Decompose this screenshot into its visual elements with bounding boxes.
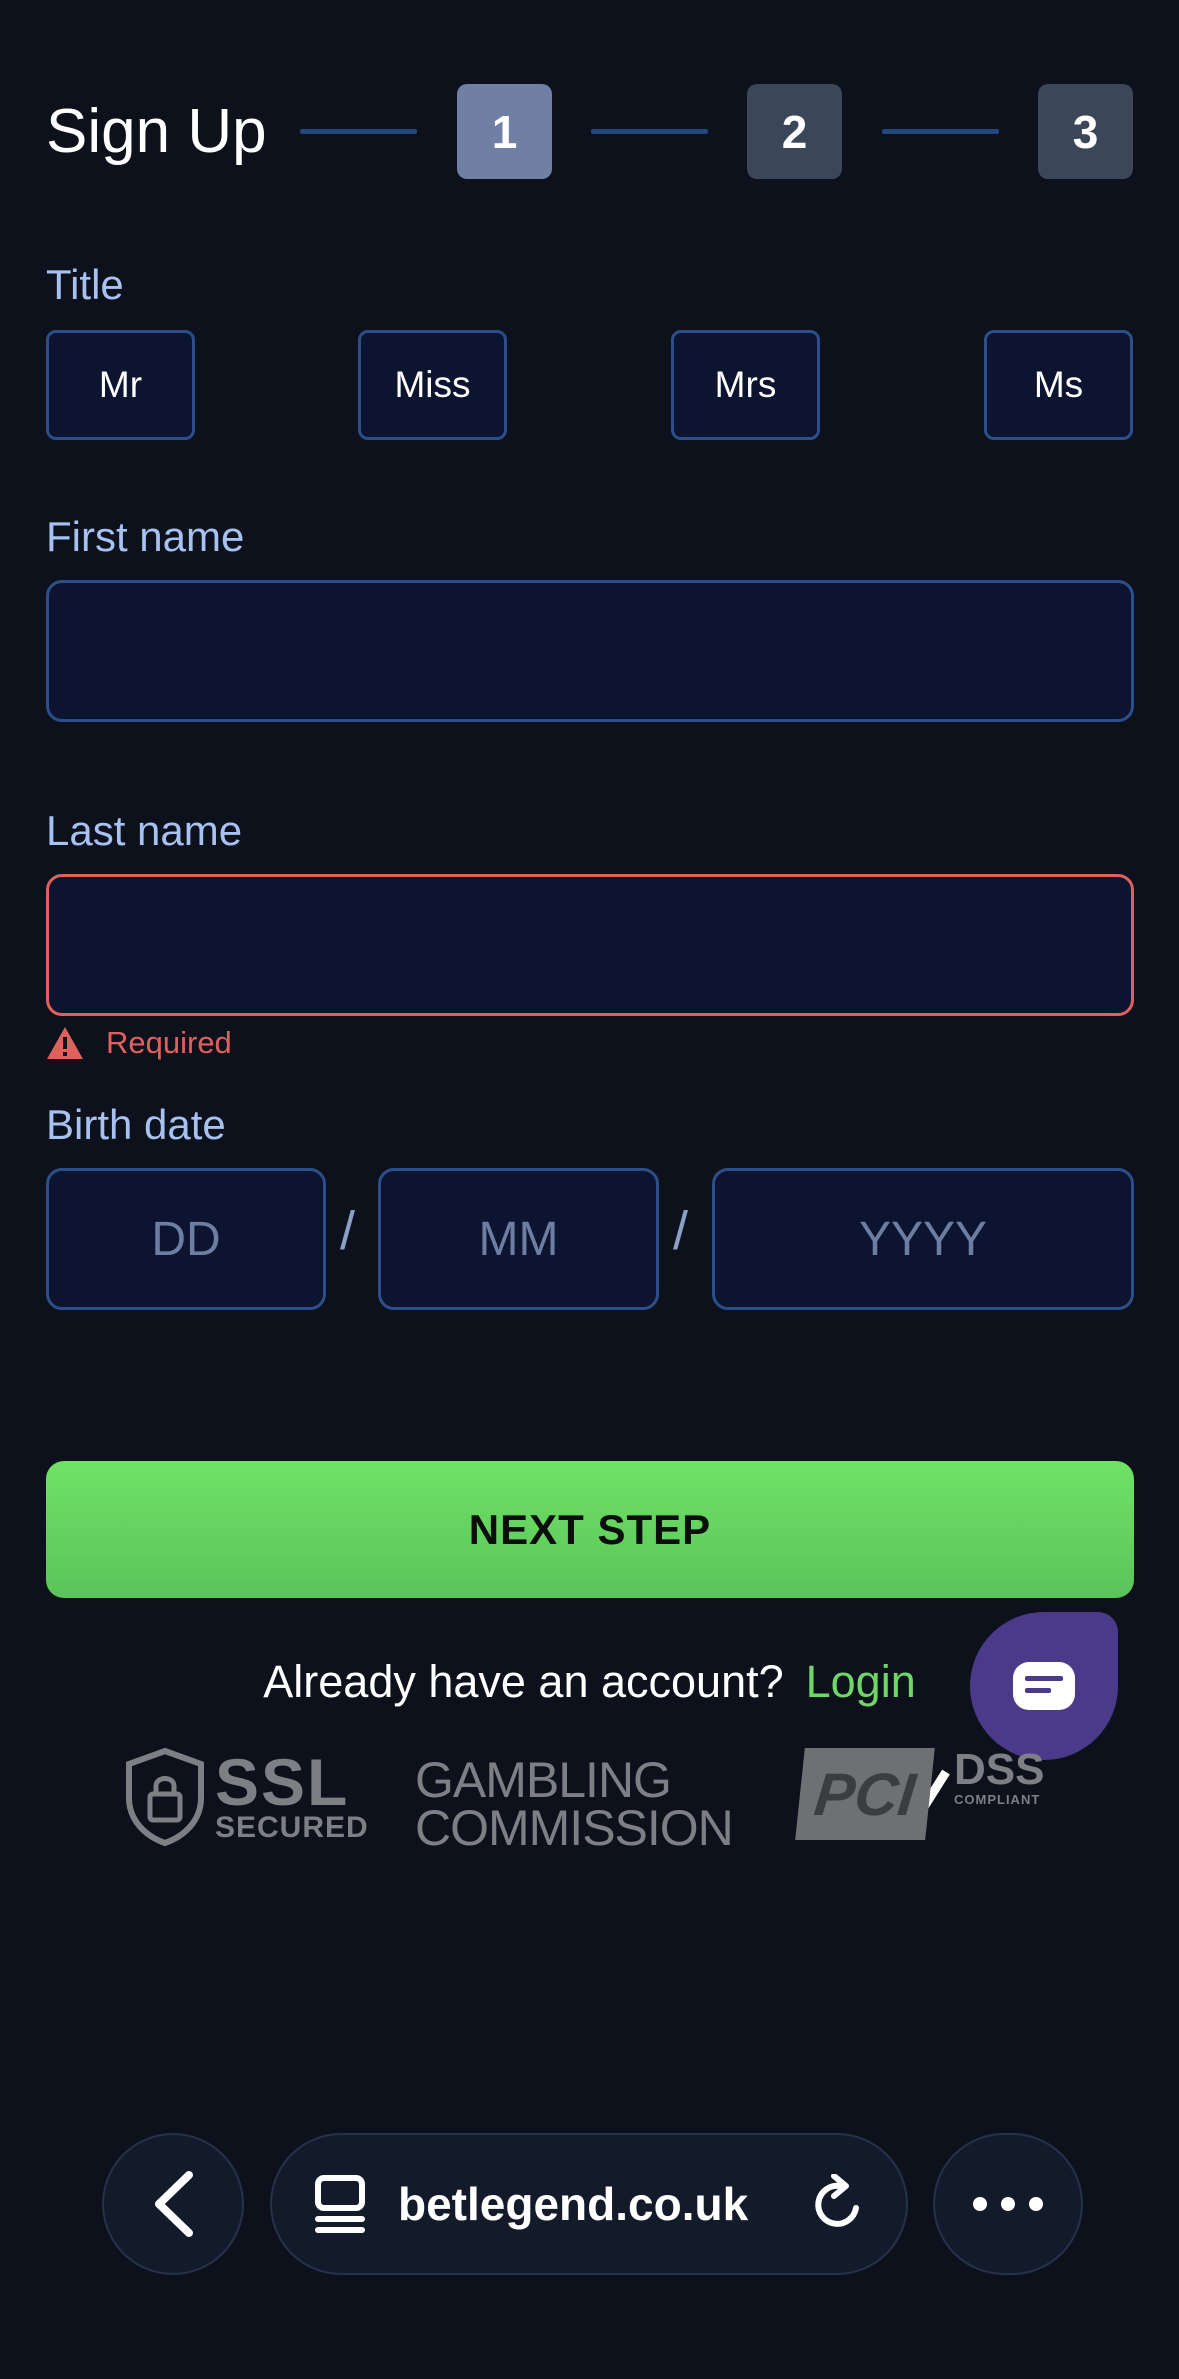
birth-month-input[interactable] <box>378 1168 659 1310</box>
compliant-text: COMPLIANT <box>954 1792 1041 1807</box>
last-name-error: Required <box>46 1025 232 1061</box>
tabs-icon <box>315 2175 365 2233</box>
login-question: Already have an account? <box>263 1656 784 1707</box>
title-option-mr[interactable]: Mr <box>46 330 195 440</box>
reload-icon[interactable] <box>810 2174 866 2234</box>
title-option-mrs[interactable]: Mrs <box>671 330 820 440</box>
login-link[interactable]: Login <box>806 1656 916 1707</box>
gambling-commission-logo: GAMBLING COMMISSION <box>415 1752 734 1856</box>
url-text: betlegend.co.uk <box>398 2178 749 2230</box>
birth-year-input[interactable] <box>712 1168 1134 1310</box>
chat-button[interactable] <box>970 1612 1118 1760</box>
more-dots-icon <box>973 2197 1043 2211</box>
chat-icon <box>1013 1662 1075 1710</box>
warning-icon <box>47 1027 83 1059</box>
ssl-secured-text: SECURED <box>215 1811 369 1844</box>
title-option-ms[interactable]: Ms <box>984 330 1133 440</box>
next-step-button[interactable]: NEXT STEP <box>46 1461 1134 1598</box>
last-name-input[interactable] <box>46 874 1134 1016</box>
first-name-label: First name <box>46 513 245 560</box>
step-connector <box>882 129 999 134</box>
step-indicator-1: 1 <box>457 84 552 179</box>
title-option-miss[interactable]: Miss <box>358 330 507 440</box>
gambling-text: GAMBLING <box>415 1752 672 1808</box>
date-separator: / <box>673 1201 689 1261</box>
birth-date-label: Birth date <box>46 1101 226 1148</box>
commission-text: COMMISSION <box>415 1800 734 1856</box>
pci-badge: PCI <box>795 1748 935 1840</box>
birth-day-input[interactable] <box>46 1168 326 1310</box>
step-connector <box>591 129 708 134</box>
step-indicator-2: 2 <box>747 84 842 179</box>
trust-logos: SSL SECURED GAMBLING COMMISSION PCI DSS … <box>0 1748 1179 1858</box>
error-message: Required <box>106 1025 232 1060</box>
title-label: Title <box>46 261 124 308</box>
date-separator: / <box>340 1201 356 1261</box>
dss-text: DSS <box>954 1745 1045 1794</box>
chevron-left-icon <box>155 2171 193 2237</box>
pci-dss-logo: PCI DSS COMPLIANT <box>795 1745 1045 1840</box>
page-title: Sign Up <box>46 97 267 166</box>
step-connector <box>300 129 417 134</box>
browser-back-button[interactable] <box>102 2133 244 2275</box>
ssl-secured-logo: SSL SECURED <box>125 1748 369 1846</box>
last-name-label: Last name <box>46 807 243 854</box>
shield-lock-icon <box>126 1748 204 1846</box>
browser-more-button[interactable] <box>933 2133 1083 2275</box>
ssl-text: SSL <box>215 1745 350 1819</box>
first-name-input[interactable] <box>46 580 1134 722</box>
address-bar[interactable]: betlegend.co.uk <box>270 2133 908 2275</box>
step-indicator-3: 3 <box>1038 84 1133 179</box>
